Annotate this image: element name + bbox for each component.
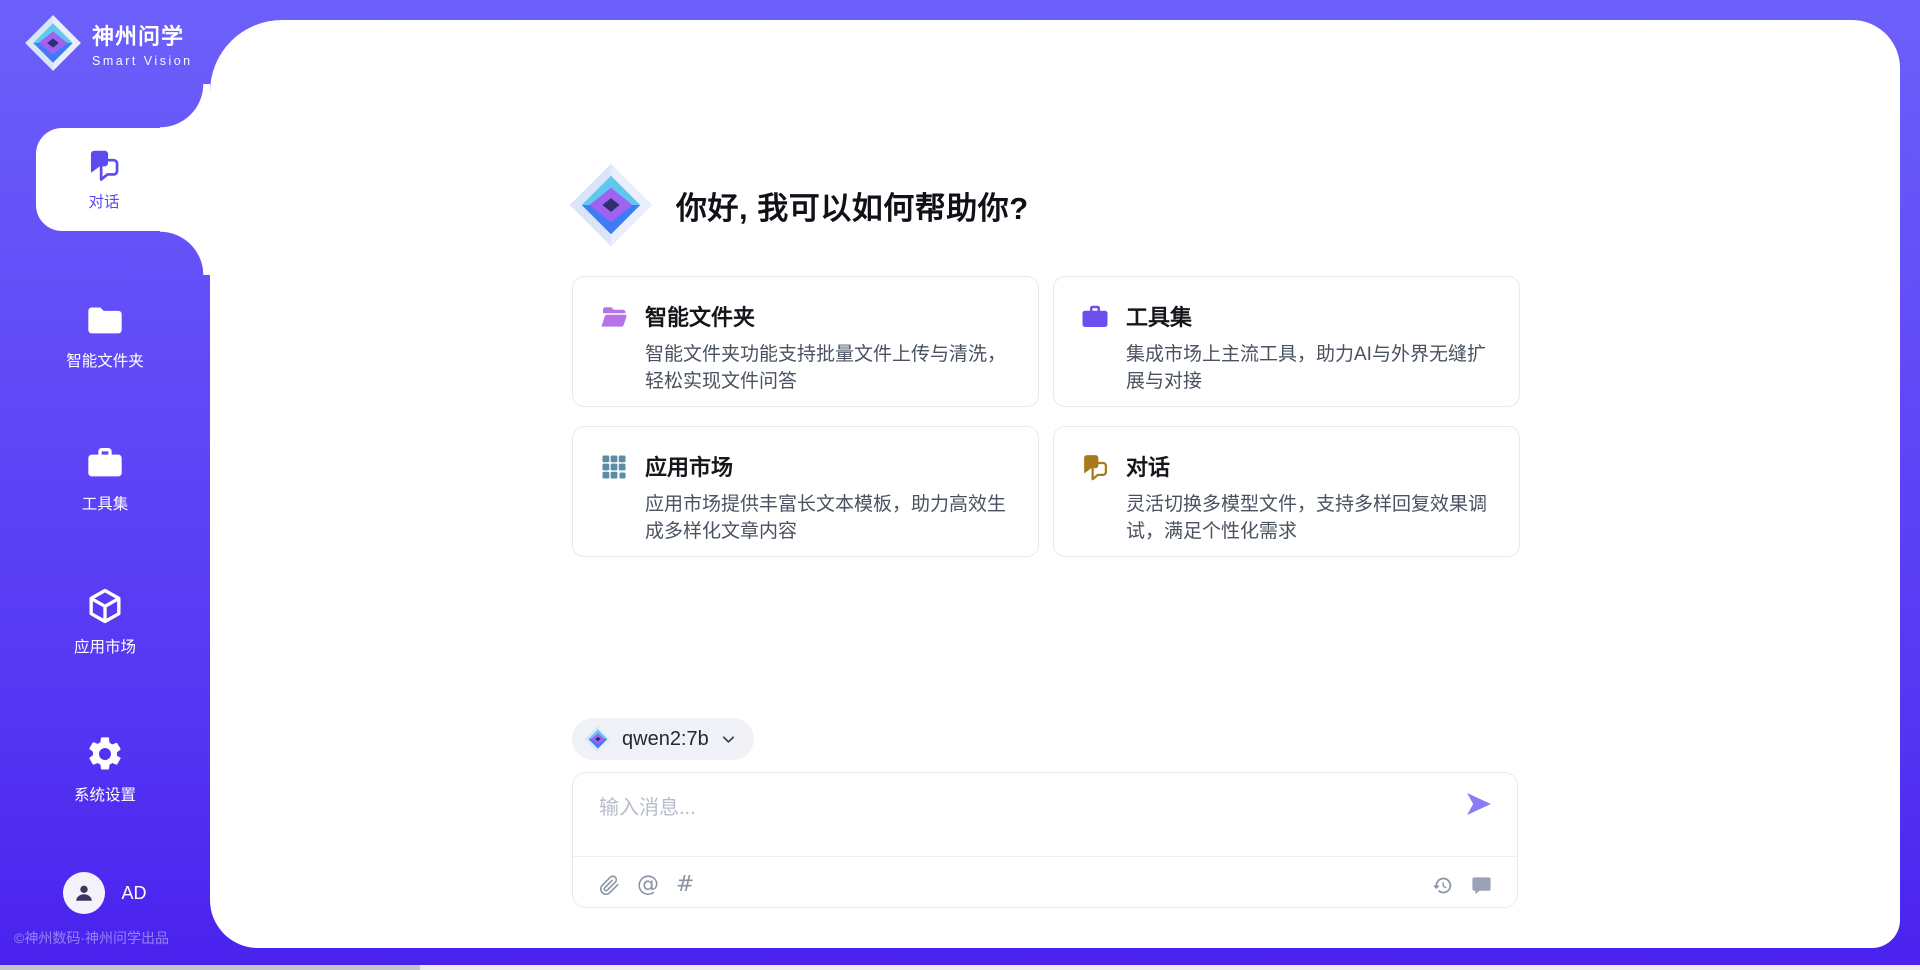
history-button[interactable] — [1432, 875, 1453, 896]
briefcase-icon — [85, 443, 125, 483]
sidebar-item-label: 应用市场 — [74, 635, 136, 657]
send-button[interactable] — [1463, 789, 1495, 821]
user-profile[interactable]: AD — [0, 872, 210, 914]
avatar — [63, 872, 105, 914]
sidebar-item-toolkit[interactable]: 工具集 — [0, 443, 210, 514]
model-name: qwen2:7b — [622, 728, 709, 751]
message-input[interactable] — [599, 793, 1439, 823]
composer-divider — [573, 856, 1517, 857]
conversation-button[interactable] — [1470, 874, 1493, 897]
card-title: 对话 — [1126, 450, 1493, 482]
user-initials: AD — [121, 883, 146, 904]
card-smart-folder[interactable]: 智能文件夹 智能文件夹功能支持批量文件上传与清洗，轻松实现文件问答 — [572, 276, 1039, 407]
card-description: 应用市场提供丰富长文本模板，助力高效生成多样化文章内容 — [645, 492, 1012, 546]
sidebar-item-label: 系统设置 — [74, 783, 136, 805]
card-title: 应用市场 — [645, 450, 1012, 482]
sidebar-item-smart-folder[interactable]: 智能文件夹 — [0, 300, 210, 371]
gear-icon — [85, 734, 125, 774]
paperclip-icon — [599, 875, 620, 896]
feature-cards: 智能文件夹 智能文件夹功能支持批量文件上传与清洗，轻松实现文件问答 工具集 集成… — [572, 276, 1520, 557]
card-description: 智能文件夹功能支持批量文件上传与清洗，轻松实现文件问答 — [645, 342, 1012, 396]
app-logo: 神州问学 Smart Vision — [24, 14, 193, 72]
app-logo-diamond-icon — [24, 14, 82, 72]
sidebar-item-label: 智能文件夹 — [66, 349, 144, 371]
horizontal-scrollbar-thumb[interactable] — [0, 965, 420, 970]
mention-button[interactable]: @ — [637, 874, 659, 896]
cube-icon — [85, 586, 125, 626]
sidebar: 神州问学 Smart Vision 对话 智能文件夹 工具集 应用市场 系统设置… — [0, 0, 210, 970]
send-icon — [1464, 789, 1494, 819]
model-logo-diamond-icon — [584, 725, 612, 753]
horizontal-scrollbar-track[interactable] — [0, 965, 1920, 970]
chat-icon — [86, 147, 122, 183]
card-title: 工具集 — [1126, 300, 1493, 332]
main-panel: 你好, 我可以如何帮助你? 智能文件夹 智能文件夹功能支持批量文件上传与清洗，轻… — [210, 20, 1900, 948]
card-description: 灵活切换多模型文件，支持多样回复效果调试，满足个性化需求 — [1126, 492, 1493, 546]
sidebar-item-settings[interactable]: 系统设置 — [0, 734, 210, 805]
tab-connector-bottom — [160, 231, 210, 275]
app-logo-diamond-icon — [568, 162, 654, 248]
model-selector[interactable]: qwen2:7b — [572, 718, 754, 760]
folder-icon — [85, 300, 125, 340]
composer-toolbar: @ # — [599, 869, 1493, 901]
copyright-note: ©神州数码·神州问学出品 — [14, 928, 169, 948]
user-avatar-icon — [71, 880, 97, 906]
sidebar-item-label: 工具集 — [82, 492, 129, 514]
sidebar-item-app-market[interactable]: 应用市场 — [0, 586, 210, 657]
comment-icon — [1470, 874, 1493, 897]
briefcase-icon — [1080, 302, 1110, 383]
sidebar-item-label: 对话 — [88, 190, 119, 212]
grid-icon — [599, 452, 629, 533]
tab-connector-top — [160, 84, 210, 128]
hashtag-button[interactable]: # — [676, 874, 694, 896]
card-toolkit[interactable]: 工具集 集成市场上主流工具，助力AI与外界无缝扩展与对接 — [1053, 276, 1520, 407]
card-title: 智能文件夹 — [645, 300, 1012, 332]
attach-file-button[interactable] — [599, 875, 620, 896]
composer-toolbar-right — [1415, 874, 1493, 897]
folder-open-icon — [599, 302, 629, 383]
greeting-title: 你好, 我可以如何帮助你? — [676, 183, 1029, 228]
message-composer: @ # — [572, 772, 1518, 908]
card-description: 集成市场上主流工具，助力AI与外界无缝扩展与对接 — [1126, 342, 1493, 396]
card-app-market[interactable]: 应用市场 应用市场提供丰富长文本模板，助力高效生成多样化文章内容 — [572, 426, 1039, 557]
card-chat[interactable]: 对话 灵活切换多模型文件，支持多样回复效果调试，满足个性化需求 — [1053, 426, 1520, 557]
greeting-block: 你好, 我可以如何帮助你? — [568, 162, 1029, 248]
history-icon — [1432, 875, 1453, 896]
chevron-down-icon — [719, 730, 738, 749]
app-name: 神州问学 — [92, 19, 193, 51]
sidebar-item-chat[interactable]: 对话 — [36, 128, 214, 231]
app-tagline: Smart Vision — [92, 54, 193, 68]
chat-bubbles-icon — [1080, 452, 1110, 533]
